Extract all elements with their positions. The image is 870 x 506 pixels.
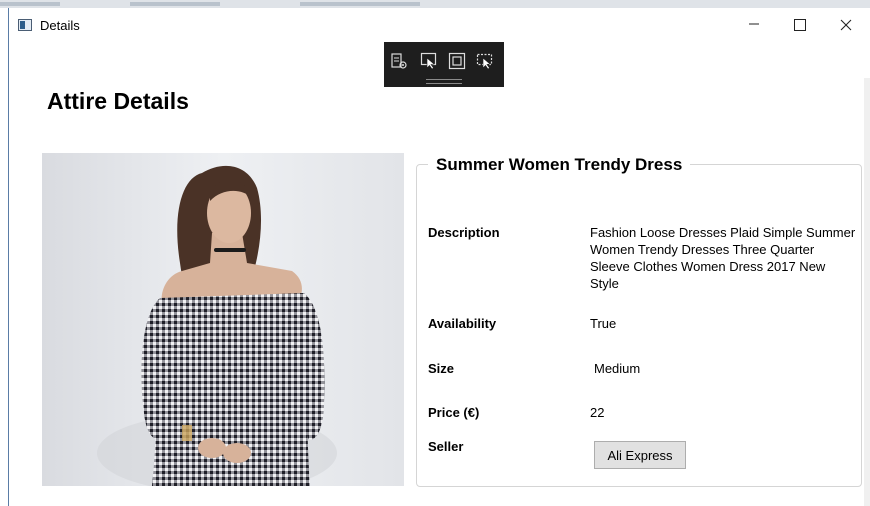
size-value: Medium — [594, 361, 641, 376]
minimize-button[interactable] — [731, 8, 777, 40]
minimize-icon — [749, 23, 759, 25]
close-button[interactable] — [823, 8, 869, 40]
background-window-strip — [0, 0, 870, 8]
page-title: Attire Details — [47, 88, 189, 114]
strip-segment — [130, 2, 220, 6]
seller-label: Seller — [428, 439, 464, 454]
maximize-icon — [794, 19, 806, 31]
description-label: Description — [428, 225, 500, 240]
title-bar[interactable]: Details — [9, 8, 870, 40]
availability-label: Availability — [428, 316, 497, 331]
description-value: Fashion Loose Dresses Plaid Simple Summe… — [590, 225, 856, 291]
toolbar-collapse-handle[interactable] — [426, 79, 462, 84]
strip-segment — [0, 2, 60, 6]
size-label: Size — [428, 361, 455, 376]
availability-value: True — [590, 316, 617, 331]
product-photo — [42, 153, 404, 486]
strip-segment — [300, 2, 420, 6]
live-visual-tree-icon[interactable] — [390, 52, 408, 70]
display-layout-adorners-icon[interactable] — [448, 52, 466, 70]
vertical-scrollbar[interactable] — [864, 78, 870, 506]
window-title: Details — [40, 18, 80, 33]
dress-model-image — [42, 153, 404, 486]
close-icon — [840, 19, 852, 31]
price-value: 22 — [590, 405, 605, 420]
select-element-icon[interactable] — [420, 52, 438, 70]
seller-link-button[interactable]: Ali Express — [594, 441, 686, 469]
xaml-debug-toolbar — [384, 42, 504, 87]
track-focused-element-icon[interactable] — [476, 52, 494, 70]
app-window-icon — [18, 19, 32, 31]
price-label: Price (€) — [428, 405, 480, 420]
product-name: Summer Women Trendy Dress — [428, 153, 691, 177]
maximize-button[interactable] — [777, 8, 823, 40]
